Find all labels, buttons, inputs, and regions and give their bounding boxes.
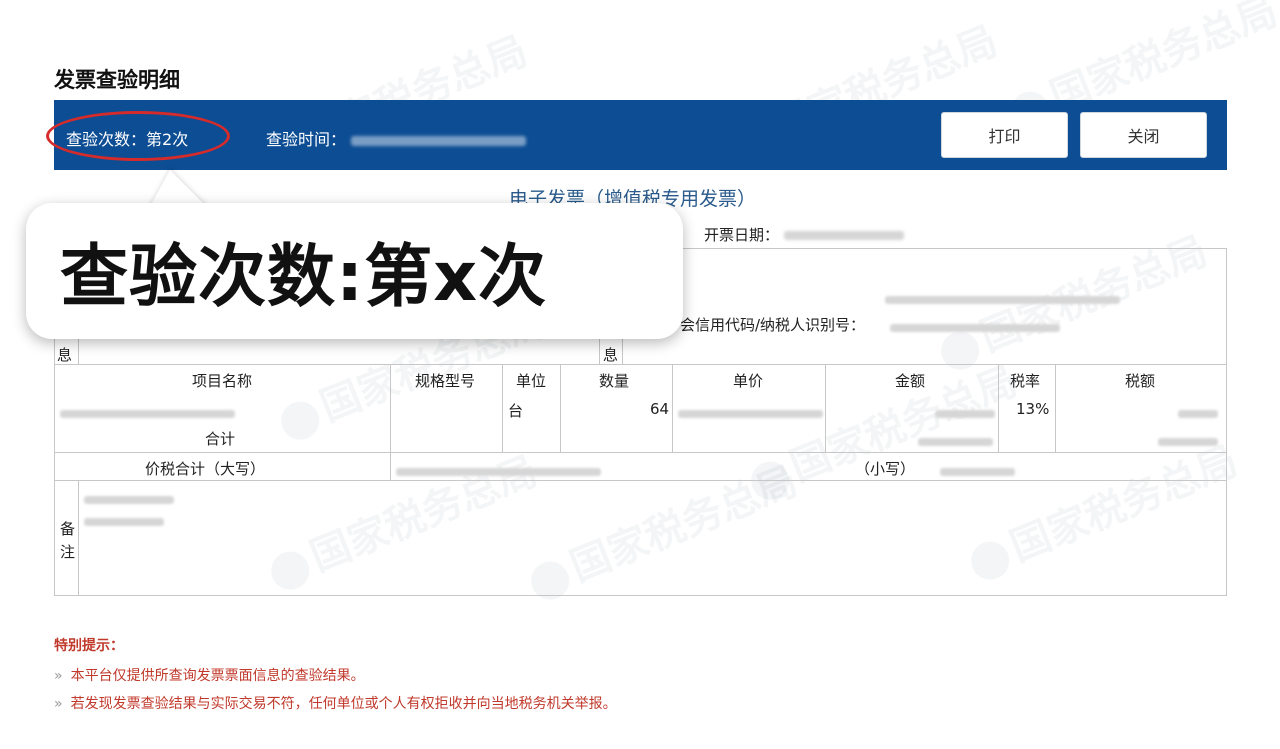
col-divider (672, 364, 673, 452)
col-divider (825, 364, 826, 452)
total-uppercase-redacted (396, 462, 601, 480)
query-time: 查验时间： (266, 126, 527, 150)
row-quantity: 64 (650, 400, 670, 418)
highlight-ring (46, 111, 230, 161)
remarks-label-2: 注 (60, 543, 76, 561)
row-divider (54, 364, 1227, 365)
remarks-line-redacted (84, 512, 164, 530)
small-amount-redacted (940, 462, 1015, 480)
col-divider (78, 480, 79, 596)
header-item-name: 项目名称 (192, 372, 253, 390)
small-amount-label: （小写） (855, 460, 916, 478)
callout-text: 查验次数:第x次 (60, 238, 548, 317)
row-divider (54, 480, 1227, 481)
query-time-value-redacted (351, 135, 527, 146)
open-date: 开票日期： (704, 224, 904, 245)
subtotal-label: 合计 (205, 430, 236, 448)
header-quantity: 数量 (599, 372, 630, 390)
unit-price-redacted (678, 404, 823, 422)
col-divider (1055, 364, 1056, 452)
info-label-left: 息 (57, 346, 73, 364)
credit-code-label: 会信用代码/纳税人识别号： (680, 316, 866, 334)
bullet-icon: » (54, 696, 63, 712)
seller-name-redacted (885, 290, 1120, 308)
header-unit-price: 单价 (733, 372, 764, 390)
tax-redacted (1178, 404, 1218, 422)
print-button[interactable]: 打印 (941, 112, 1068, 158)
header-unit: 单位 (516, 372, 547, 390)
amount-redacted (935, 404, 995, 422)
col-divider (390, 364, 391, 480)
open-date-label: 开票日期： (704, 226, 780, 244)
remarks-label-1: 备 (60, 520, 76, 538)
header-spec: 规格型号 (415, 372, 476, 390)
tip-item: » 若发现发票查验结果与实际交易不符，任何单位或个人有权拒收并向当地税务机关举报。 (54, 696, 617, 712)
page-title: 发票查验明细 (54, 68, 180, 92)
remarks-line-redacted (84, 490, 174, 508)
close-button[interactable]: 关闭 (1080, 112, 1207, 158)
open-date-value-redacted (783, 231, 904, 240)
bullet-icon: » (54, 668, 63, 684)
subtotal-tax-redacted (1158, 432, 1218, 450)
info-label-right: 息 (603, 346, 619, 364)
row-divider (54, 452, 1227, 453)
header-tax: 税额 (1125, 372, 1156, 390)
tips-title: 特别提示： (54, 638, 124, 654)
item-name-redacted (60, 404, 235, 422)
tip-item: » 本平台仅提供所查询发票票面信息的查验结果。 (54, 668, 365, 684)
col-divider (998, 364, 999, 452)
credit-code-value-redacted (890, 318, 1060, 336)
header-amount: 金额 (895, 372, 926, 390)
total-label: 价税合计（大写） (145, 460, 266, 478)
query-time-label: 查验时间： (266, 130, 347, 149)
subtotal-amount-redacted (918, 432, 993, 450)
header-tax-rate: 税率 (1010, 372, 1041, 390)
row-tax-rate: 13% (1016, 400, 1050, 418)
col-divider (560, 364, 561, 452)
row-unit: 台 (508, 402, 524, 420)
col-divider (502, 364, 503, 452)
